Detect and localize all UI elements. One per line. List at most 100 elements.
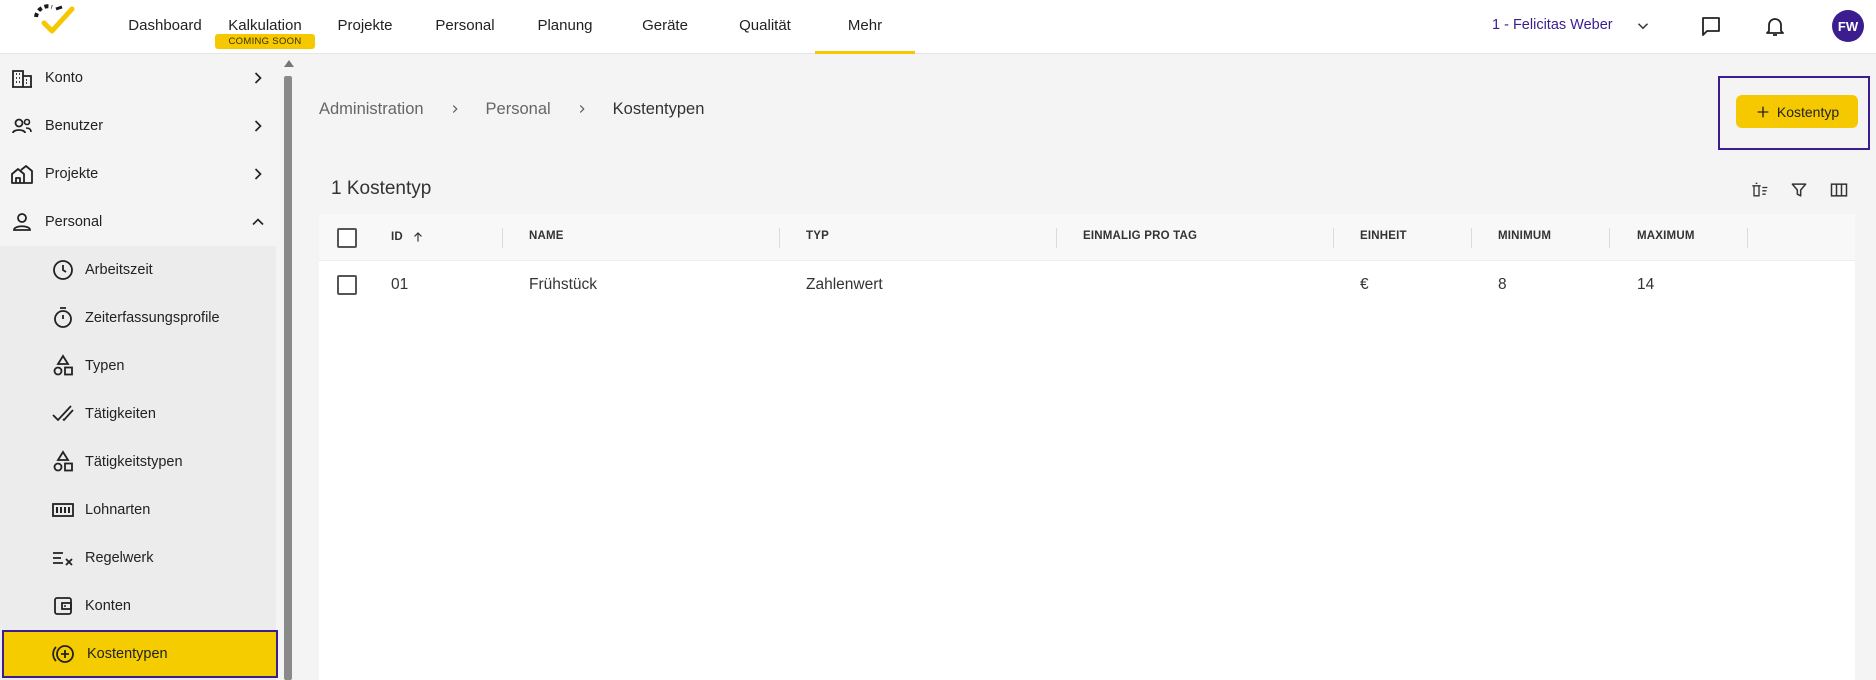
sidebar-item-taetigkeitstypen[interactable]: Tätigkeitstypen (0, 438, 276, 486)
double-check-icon (52, 405, 74, 422)
column-divider[interactable] (1747, 228, 1748, 248)
sidebar-item-label: Projekte (45, 166, 99, 182)
column-header-minimum[interactable]: MINIMUM (1498, 230, 1551, 242)
sidebar-item-label: Personal (45, 214, 103, 230)
chevron-right-icon (254, 168, 262, 180)
personal-submenu: Arbeitszeit Zeiterfassungsprofile Typen … (0, 246, 278, 680)
sidebar-item-zeiterfassungsprofile[interactable]: Zeiterfassungsprofile (0, 294, 276, 342)
add-kostentyp-button[interactable]: Kostentyp (1736, 95, 1858, 128)
sidebar-item-konto[interactable]: Konto (0, 54, 276, 102)
column-header-einheit[interactable]: EINHEIT (1360, 230, 1407, 242)
cell-id: 01 (391, 276, 409, 293)
bell-icon[interactable] (1763, 14, 1787, 38)
sidebar-item-label: Kostentypen (87, 646, 168, 662)
sidebar-item-label: Typen (85, 358, 125, 374)
table-header: ID NAME TYP EINMALIG PRO TAG EINHEIT MIN… (319, 214, 1855, 261)
chat-icon[interactable] (1699, 14, 1723, 38)
add-button-label: Kostentyp (1776, 103, 1840, 120)
rules-icon (53, 552, 73, 566)
columns-icon[interactable] (1829, 180, 1849, 200)
filter-icon[interactable] (1789, 180, 1809, 200)
stopwatch-icon (54, 307, 72, 328)
nav-geraete[interactable]: Geräte (630, 0, 700, 54)
tenant-selector[interactable]: 1 - Felicitas Weber (1492, 17, 1613, 33)
sidebar-item-lohnarten[interactable]: Lohnarten (0, 486, 276, 534)
breadcrumb-kostentypen: Kostentypen (612, 99, 705, 118)
column-divider[interactable] (1056, 228, 1057, 248)
column-header-maximum[interactable]: MAXIMUM (1637, 230, 1695, 242)
wallet-icon (54, 597, 72, 615)
sidebar-item-label: Regelwerk (85, 550, 154, 566)
sidebar-item-regelwerk[interactable]: Regelwerk (0, 534, 276, 582)
nav-planung[interactable]: Planung (530, 0, 600, 54)
nav-dashboard[interactable]: Dashboard (124, 0, 206, 54)
chevron-up-icon (252, 218, 264, 226)
sidebar-item-label: Konten (85, 598, 131, 614)
column-header-name[interactable]: NAME (529, 230, 564, 242)
chevron-right-icon (254, 72, 262, 84)
sidebar-item-label: Tätigkeiten (85, 406, 156, 422)
cell-maximum: 14 (1637, 276, 1655, 293)
users-icon (12, 118, 32, 134)
sidebar-item-kostentypen[interactable]: Kostentypen (2, 630, 278, 678)
result-count-title: 1 Kostentyp (331, 178, 432, 199)
cell-minimum: 8 (1498, 276, 1507, 293)
sidebar-item-label: Konto (45, 70, 83, 86)
sidebar-item-benutzer[interactable]: Benutzer (0, 102, 276, 150)
sidebar-item-label: Zeiterfassungsprofile (85, 310, 220, 326)
column-header-id[interactable]: ID (391, 230, 425, 244)
building-icon (12, 70, 32, 88)
chevron-right-icon (579, 105, 585, 113)
app-logo[interactable] (32, 3, 78, 43)
houses-icon (11, 165, 33, 184)
row-checkbox[interactable] (337, 275, 357, 295)
column-divider[interactable] (1333, 228, 1334, 248)
sidebar-item-arbeitszeit[interactable]: Arbeitszeit (0, 246, 276, 294)
nav-qualitaet[interactable]: Qualität (730, 0, 800, 54)
add-button-highlight: Kostentyp (1718, 76, 1870, 150)
sidebar-item-label: Arbeitszeit (85, 262, 153, 278)
sidebar-item-label: Tätigkeitstypen (85, 454, 183, 470)
breadcrumb-personal[interactable]: Personal (486, 100, 551, 119)
sidebar-item-typen[interactable]: Typen (0, 342, 276, 390)
sidebar-scrollbar[interactable] (282, 54, 294, 680)
delete-filter-icon[interactable] (1749, 180, 1769, 200)
sidebar-item-projekte[interactable]: Projekte (0, 150, 276, 198)
sort-ascending-icon[interactable] (411, 230, 425, 244)
cell-einheit: € (1360, 276, 1369, 293)
breadcrumb-administration[interactable]: Administration (319, 100, 424, 119)
plus-icon (1757, 106, 1769, 117)
column-header-typ[interactable]: TYP (806, 230, 829, 242)
sidebar: Konto Benutzer Projekte Personal Arbeits… (0, 54, 282, 680)
sidebar-item-label: Lohnarten (85, 502, 151, 518)
cell-name: Frühstück (529, 276, 598, 293)
scroll-thumb[interactable] (284, 76, 292, 680)
sidebar-item-taetigkeiten[interactable]: Tätigkeiten (0, 390, 276, 438)
sidebar-item-label: Benutzer (45, 118, 104, 134)
column-divider[interactable] (1471, 228, 1472, 248)
select-all-checkbox[interactable] (337, 228, 357, 248)
nav-mehr[interactable]: Mehr (815, 0, 915, 54)
chevron-right-icon (254, 120, 262, 132)
column-divider[interactable] (502, 228, 503, 248)
nav-projekte[interactable]: Projekte (330, 0, 400, 54)
kostentypen-table: ID NAME TYP EINMALIG PRO TAG EINHEIT MIN… (319, 214, 1855, 680)
chevron-down-icon[interactable] (1634, 17, 1652, 35)
coming-soon-badge: COMING SOON (215, 34, 315, 49)
clock-icon (53, 260, 73, 280)
column-divider[interactable] (1609, 228, 1610, 248)
person-icon (13, 213, 31, 231)
column-header-einmalig-pro-tag[interactable]: EINMALIG PRO TAG (1083, 230, 1197, 242)
shapes-icon (53, 450, 73, 472)
top-bar: Dashboard Kalkulation COMING SOON Projek… (0, 0, 1876, 54)
breadcrumb: Administration Personal Kostentypen (319, 99, 704, 119)
cost-add-icon (52, 645, 74, 663)
table-row[interactable]: 01 Frühstück Zahlenwert € 8 14 (319, 261, 1855, 309)
nav-personal[interactable]: Personal (430, 0, 500, 54)
chevron-right-icon (452, 105, 458, 113)
sidebar-item-konten[interactable]: Konten (0, 582, 276, 630)
sidebar-item-personal[interactable]: Personal (0, 198, 276, 246)
column-divider[interactable] (779, 228, 780, 248)
scroll-up-arrow-icon[interactable] (284, 60, 294, 67)
avatar[interactable]: FW (1832, 10, 1864, 42)
